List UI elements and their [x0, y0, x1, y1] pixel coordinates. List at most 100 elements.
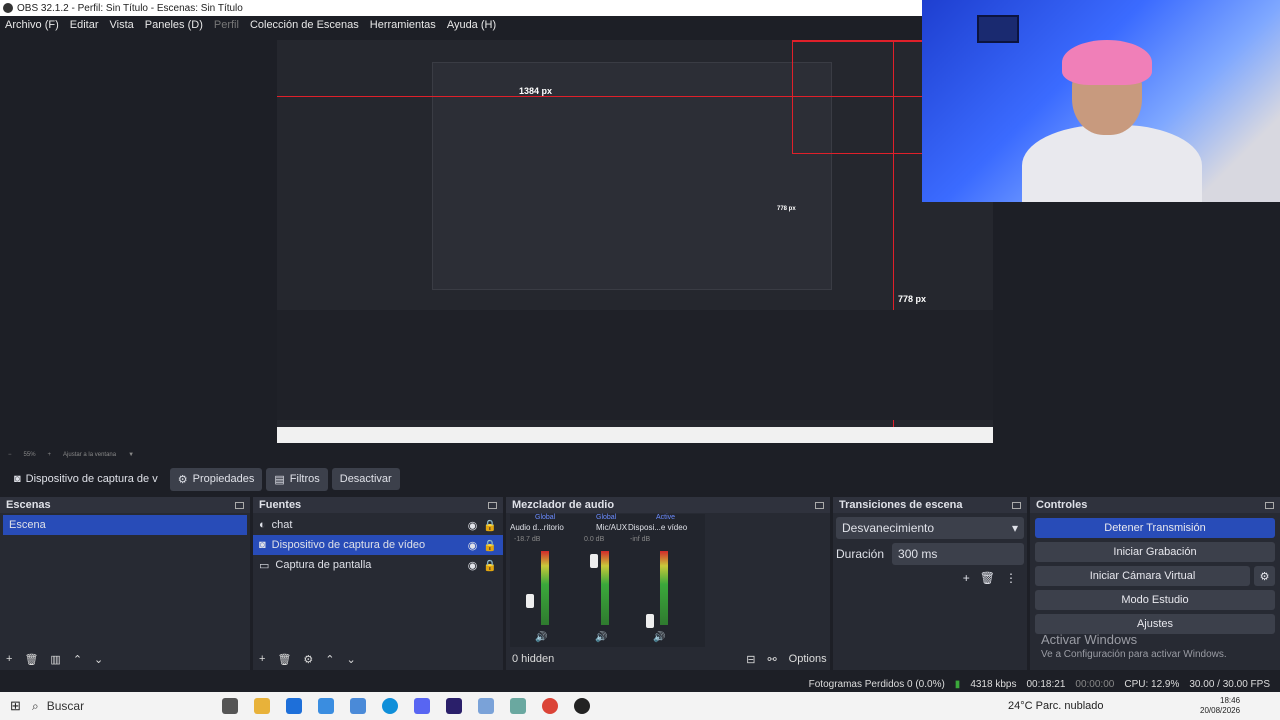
explorer-icon[interactable]	[254, 698, 270, 714]
add-icon[interactable]: +	[259, 653, 265, 665]
menu-vista[interactable]: Vista	[110, 19, 134, 31]
lock-icon[interactable]: 🔒	[483, 539, 497, 552]
obs-icon[interactable]	[574, 698, 590, 714]
dock-icon[interactable]	[815, 501, 824, 509]
lock-icon[interactable]: 🔒	[483, 519, 497, 532]
signal-icon: ▮	[954, 678, 961, 690]
store-icon[interactable]	[286, 698, 302, 714]
taskbar-search[interactable]: ⌕ Buscar	[22, 692, 214, 720]
windows-start-icon[interactable]: ⊞	[10, 698, 21, 714]
menu-coleccion[interactable]: Colección de Escenas	[250, 19, 359, 31]
filter-icon[interactable]: ▥	[50, 653, 60, 666]
stop-streaming-button[interactable]: Detener Transmisión	[1035, 518, 1275, 538]
add-icon[interactable]: +	[963, 571, 970, 585]
speaker-icon[interactable]: 🔊	[595, 632, 607, 643]
start-recording-button[interactable]: Iniciar Grabación	[1035, 542, 1275, 562]
link-icon[interactable]: ⚯	[767, 653, 776, 666]
app-icon[interactable]	[510, 698, 526, 714]
gear-icon[interactable]: ⚙	[1254, 566, 1275, 586]
volume-slider[interactable]	[646, 614, 654, 628]
menu-editar[interactable]: Editar	[70, 19, 99, 31]
camera-icon: ◙	[14, 473, 21, 485]
eye-icon[interactable]: ◉	[468, 519, 478, 532]
premiere-icon[interactable]	[446, 698, 462, 714]
speaker-icon[interactable]: 🔊	[535, 632, 547, 643]
app-icon[interactable]	[478, 698, 494, 714]
channel-name[interactable]: Mic/AUX	[596, 523, 627, 532]
scenes-title: Escenas	[6, 499, 51, 511]
duration-input[interactable]: 300 ms	[892, 543, 1024, 565]
volume-slider[interactable]	[590, 554, 598, 568]
layout-icon[interactable]: ⊟	[746, 653, 755, 666]
camera-icon: ◙	[259, 539, 266, 551]
source-item[interactable]: ▭ Captura de pantalla ◉ 🔒	[253, 555, 503, 575]
settings-button[interactable]: Ajustes	[1035, 614, 1275, 634]
speaker-icon[interactable]: 🔊	[653, 632, 665, 643]
transitions-panel: Transiciones de escena Desvanecimiento ▾ …	[833, 497, 1027, 670]
channel-name[interactable]: Disposi...e vídeo	[628, 523, 687, 532]
sources-title: Fuentes	[259, 499, 302, 511]
nested-taskbar	[277, 427, 993, 443]
selection-top	[792, 40, 922, 42]
zoom-fit[interactable]: Ajustar a la ventana	[63, 452, 116, 458]
app-icon[interactable]	[318, 698, 334, 714]
chevron-down-icon: ▾	[1011, 521, 1018, 535]
properties-button[interactable]: ⚙ Propiedades	[169, 467, 263, 491]
chevron-up-icon[interactable]: ⌃	[73, 653, 82, 666]
watermark-line1: Activar Windows	[1041, 632, 1138, 647]
source-item[interactable]: ◙ Dispositivo de captura de vídeo ◉ 🔒	[253, 535, 503, 555]
chevron-down-icon[interactable]: ⌄	[347, 653, 356, 666]
scene-item[interactable]: Escena	[3, 515, 247, 535]
studio-mode-button[interactable]: Modo Estudio	[1035, 590, 1275, 610]
options-button[interactable]: Options	[789, 653, 827, 665]
dock-icon[interactable]	[488, 501, 497, 509]
source-label: Captura de pantalla	[275, 559, 372, 571]
channel-tag: Global	[535, 514, 556, 521]
app-icon[interactable]	[350, 698, 366, 714]
source-item[interactable]: ◐ chat ◉ 🔒	[253, 515, 503, 535]
dock-icon[interactable]	[1265, 501, 1274, 509]
zoom-value[interactable]: 55%	[24, 452, 36, 458]
source-label: chat	[271, 519, 293, 531]
activation-watermark: Activar Windows Ve a Configuración para …	[1041, 632, 1227, 660]
dock-icon[interactable]	[235, 501, 244, 509]
eye-icon[interactable]: ◉	[468, 539, 478, 552]
zoom-in-button[interactable]: +	[48, 452, 52, 458]
task-view-icon[interactable]	[222, 698, 238, 714]
deactivate-button[interactable]: Desactivar	[331, 468, 400, 490]
gear-icon[interactable]: ⚙	[303, 653, 313, 666]
preview-canvas[interactable]: 1384 px 778 px 778 px	[277, 40, 993, 443]
nested-obs-panels	[277, 310, 993, 420]
filters-button[interactable]: ▤ Filtros	[266, 467, 328, 491]
discord-icon[interactable]	[414, 698, 430, 714]
edge-icon[interactable]	[382, 698, 398, 714]
trash-icon[interactable]: 🗑	[980, 571, 995, 585]
dock-icon[interactable]	[1012, 501, 1021, 509]
menu-paneles[interactable]: Paneles (D)	[145, 19, 203, 31]
menu-herramientas[interactable]: Herramientas	[370, 19, 436, 31]
transition-select[interactable]: Desvanecimiento ▾	[836, 517, 1024, 539]
filters-label: Filtros	[289, 473, 320, 485]
menu-ayuda[interactable]: Ayuda (H)	[447, 19, 496, 31]
zoom-dropdown-icon[interactable]: ▼	[128, 452, 134, 458]
add-icon[interactable]: +	[6, 653, 12, 665]
clock[interactable]: 18:46 20/08/2026	[1200, 696, 1240, 716]
hidden-count: 0 hidden	[512, 653, 555, 665]
weather[interactable]: 24°C Parc. nublado	[1008, 700, 1104, 712]
start-virtual-cam-button[interactable]: Iniciar Cámara Virtual	[1035, 566, 1250, 586]
chrome-icon[interactable]	[542, 698, 558, 714]
channel-name[interactable]: Audio d...ritorio	[510, 523, 564, 532]
more-icon[interactable]: ⋮	[1005, 571, 1017, 585]
eye-icon[interactable]: ◉	[468, 559, 478, 572]
lock-icon[interactable]: 🔒	[483, 559, 497, 572]
trash-icon[interactable]: 🗑	[24, 653, 38, 666]
menu-perfil[interactable]: Perfil	[214, 19, 239, 31]
zoom-out-button[interactable]: −	[8, 452, 12, 458]
menu-archivo[interactable]: Archivo (F)	[5, 19, 59, 31]
chevron-up-icon[interactable]: ⌃	[325, 653, 334, 666]
trash-icon[interactable]: 🗑	[277, 653, 291, 666]
transition-actions: + 🗑 ⋮	[833, 565, 1027, 591]
chevron-down-icon[interactable]: ⌄	[94, 653, 103, 666]
volume-slider[interactable]	[526, 594, 534, 608]
scenes-panel: Escenas Escena + 🗑 ▥ ⌃ ⌄	[0, 497, 250, 670]
